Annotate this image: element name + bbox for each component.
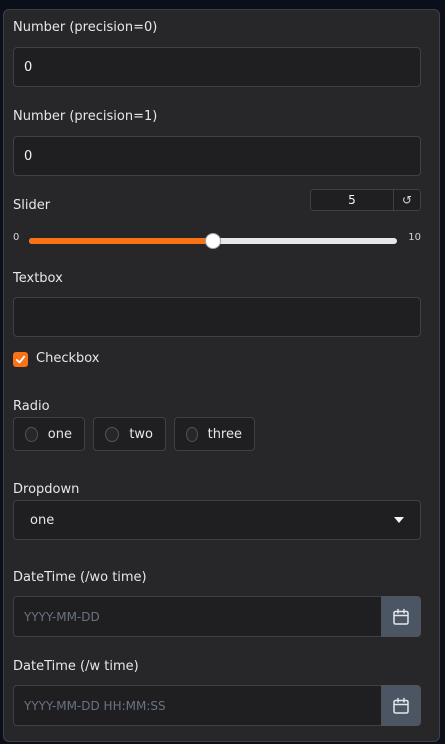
radio-option-label: one [47,426,72,442]
dropdown-selected-value: one [30,512,55,528]
number-precision1-input[interactable]: 0 [13,136,421,176]
radio-circle [25,426,38,442]
slider-max-label: 10 [408,232,421,243]
radio-circle [186,426,198,442]
radio-option-three[interactable]: three [174,417,255,451]
datetime-notime-placeholder: YYYY-MM-DD [24,609,100,624]
chevron-down-icon [394,517,404,523]
number-precision1-label: Number (precision=1) [13,109,158,124]
number-precision0-label: Number (precision=0) [13,20,158,35]
textbox-input[interactable] [13,297,421,337]
datetime-notime-input[interactable]: YYYY-MM-DD [13,596,381,637]
number-precision1-value: 0 [24,148,33,164]
slider-value-input[interactable]: 5 [310,189,394,211]
slider-reset-button[interactable]: ↺ [393,189,421,211]
slider-track[interactable] [29,233,397,249]
calendar-button[interactable] [381,596,421,637]
slider-row: 0 10 [13,230,421,250]
calendar-icon [393,608,409,625]
dropdown-select[interactable]: one [13,500,421,540]
slider-value: 5 [348,193,356,207]
datetime-time-label: DateTime (/w time) [13,659,139,674]
radio-option-one[interactable]: one [13,417,85,451]
slider-min-label: 0 [13,232,20,243]
radio-option-label: two [129,426,153,442]
calendar-button[interactable] [381,685,421,726]
radio-label: Radio [13,399,50,414]
datetime-notime-label: DateTime (/wo time) [13,570,147,585]
slider-thumb[interactable] [205,233,221,249]
datetime-time-input[interactable]: YYYY-MM-DD HH:MM:SS [13,685,381,726]
radio-circle [105,426,120,442]
calendar-icon [393,697,409,714]
checkbox-label: Checkbox [36,351,100,366]
reset-icon: ↺ [401,193,413,207]
radio-option-two[interactable]: two [93,417,166,451]
slider-fill [29,238,213,244]
checkbox[interactable] [13,352,28,367]
number-precision0-input[interactable]: 0 [13,47,421,87]
datetime-time-placeholder: YYYY-MM-DD HH:MM:SS [24,698,166,713]
dropdown-label: Dropdown [13,482,80,497]
radio-option-label: three [207,426,242,442]
check-icon [15,355,26,364]
slider-label: Slider [13,198,51,213]
number-precision0-value: 0 [24,59,33,75]
textbox-label: Textbox [13,271,63,286]
